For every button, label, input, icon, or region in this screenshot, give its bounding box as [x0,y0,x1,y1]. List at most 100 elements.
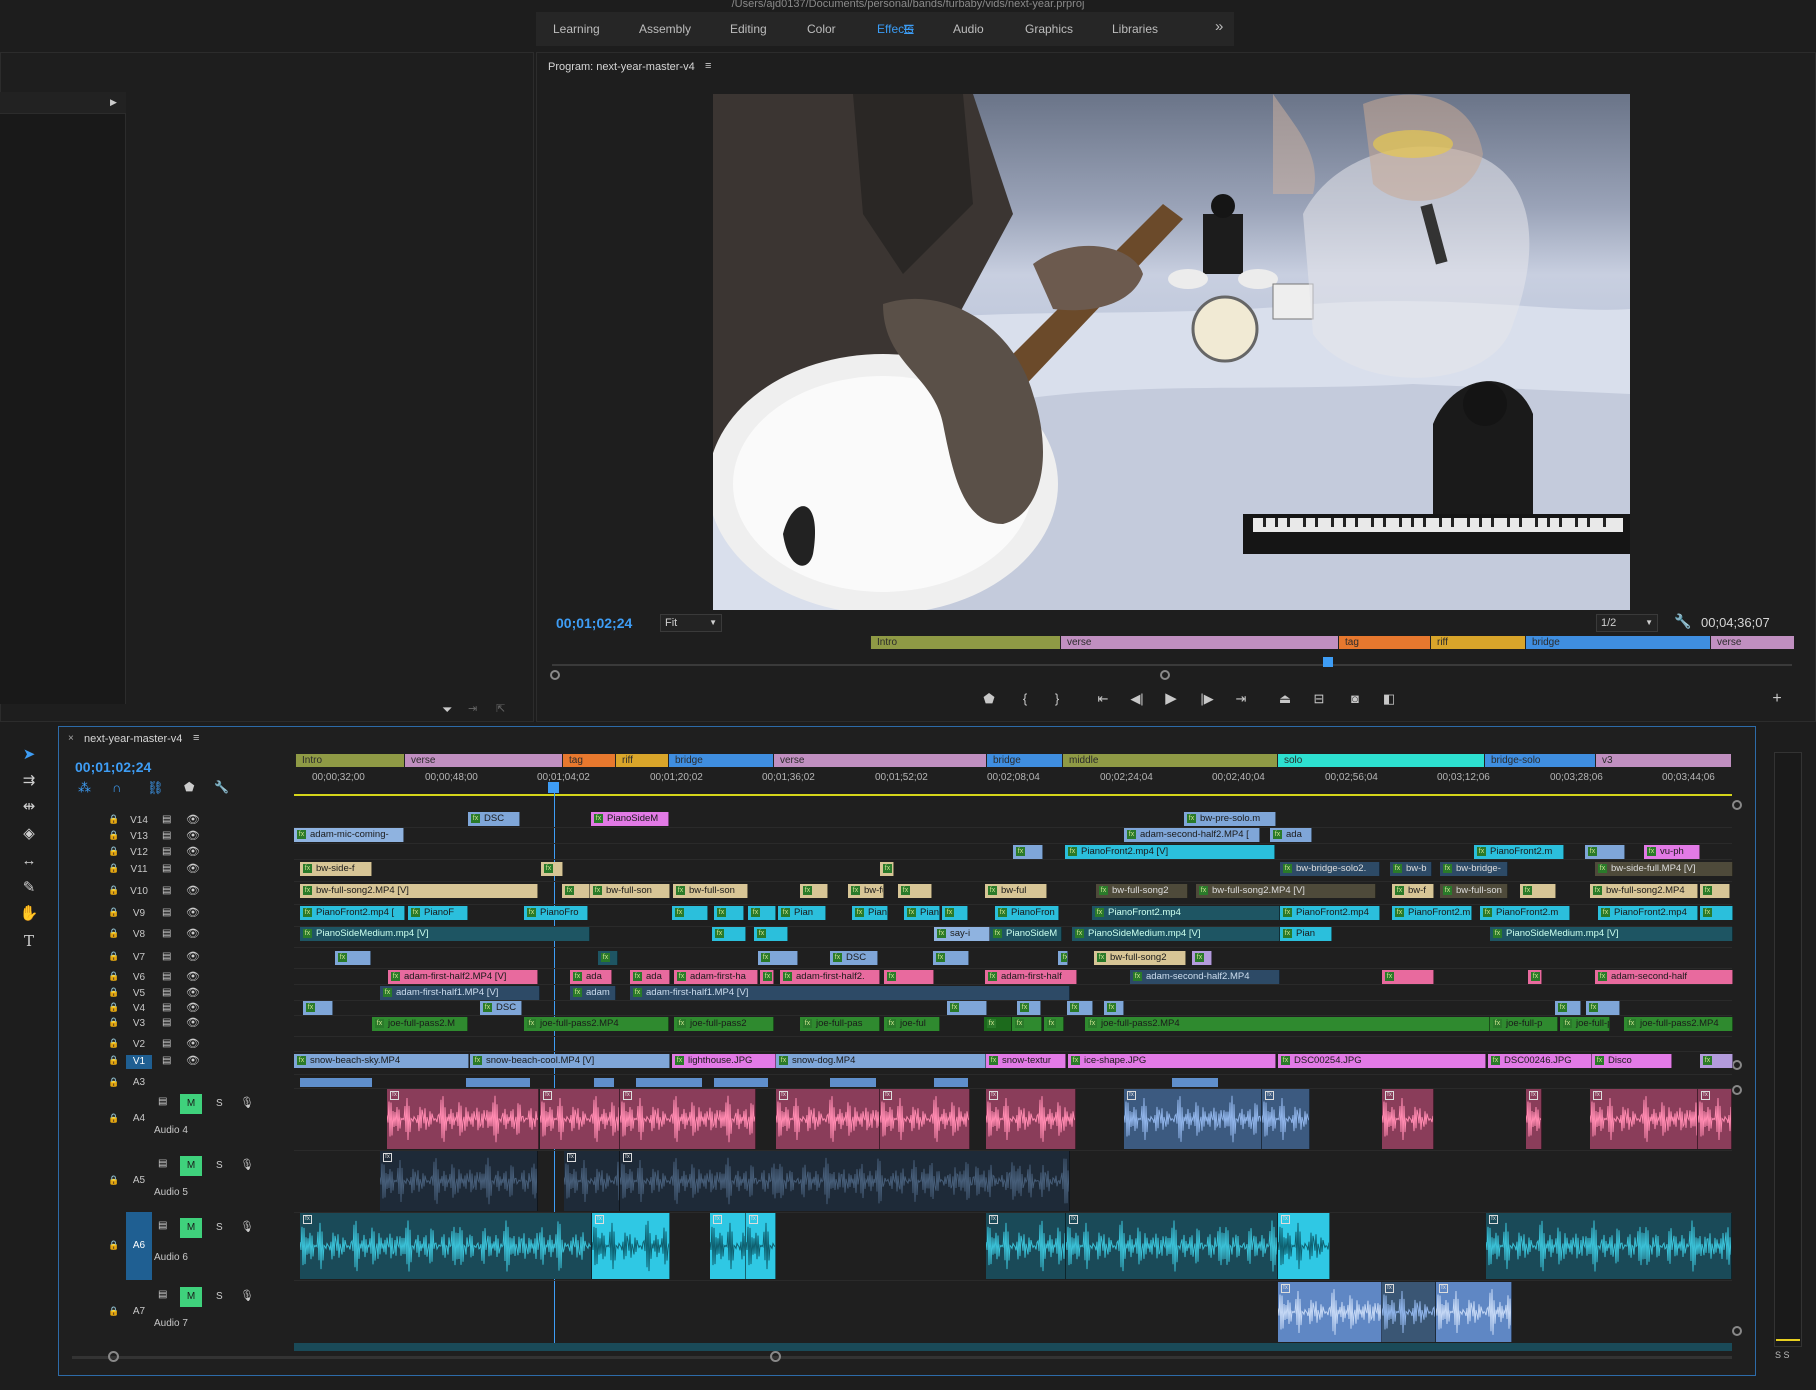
step-forward-icon[interactable]: |▶ [1196,688,1218,710]
audio-clip[interactable]: fx [1124,1089,1262,1149]
clip-v10[interactable]: fx [1520,884,1556,898]
clip-v10[interactable]: fx [800,884,828,898]
clip-v7[interactable]: fx [758,951,798,965]
program-timecode[interactable]: 00;01;02;24 [556,615,632,631]
track-name[interactable]: V14 [126,814,152,828]
play-icon[interactable]: ▶ [1160,688,1182,710]
lock-icon[interactable]: 🔒 [108,1055,119,1066]
settings-wrench-icon[interactable]: 🔧 [214,780,229,794]
mute-button[interactable]: M [180,1218,202,1238]
mute-button[interactable]: M [180,1156,202,1176]
clip-v8[interactable]: fx Pian [1280,927,1332,941]
clip-v10[interactable]: fx [562,884,590,898]
clip-v10[interactable]: fx bw-ful [985,884,1047,898]
clip-v12[interactable]: fx PianoFront2.m [1474,845,1564,859]
clip-v12[interactable]: fx vu-ph [1644,845,1700,859]
clip-v3[interactable]: fx joe-ful [884,1017,940,1031]
clip-v1[interactable]: fx [1700,1054,1733,1068]
timeline-marker-middle[interactable]: middle [1062,754,1277,767]
audio-clip[interactable] [934,1078,968,1087]
audio-clip[interactable]: fx [1526,1089,1542,1149]
track-name[interactable]: V8 [126,928,152,942]
program-scrub-bar[interactable] [552,664,1792,666]
audio-clip[interactable] [714,1078,754,1087]
audio-clip[interactable]: fx [1436,1282,1512,1342]
clip-v9[interactable]: fx Piano [852,906,888,920]
toggle-sync-lock-icon[interactable]: ▤ [162,1038,171,1049]
clip-v4[interactable]: fx [1555,1001,1581,1015]
clip-v3[interactable]: fx joe-full-p [1560,1017,1610,1031]
v-scroll-audio-top[interactable] [1732,1085,1742,1095]
clip-v1[interactable]: fx snow-beach-sky.MP4 [294,1054,469,1068]
clip-v11[interactable]: fx bw-side-f [300,862,372,876]
microphone-icon[interactable]: 🎙 [240,1289,254,1302]
nest-icon[interactable]: ⁂ [78,780,91,796]
clip-v7[interactable]: fx [933,951,969,965]
clip-v10[interactable]: fx bw-full-son [1440,884,1508,898]
clip-v9[interactable]: fx PianoFront2.mp4 [1598,906,1698,920]
lock-icon[interactable]: 🔒 [108,1017,119,1028]
audio-clip[interactable]: fx [710,1213,746,1279]
meter-solo-labels[interactable]: S S [1775,1350,1790,1360]
clip-v9[interactable]: fx PianoFront2.m [1480,906,1570,920]
clip-v14[interactable]: fx bw-pre-solo.m [1184,812,1276,826]
clip-v5[interactable]: fx adam-first-half1.MP4 [V] [380,986,540,1000]
clip-v10[interactable]: fx [898,884,932,898]
workspace-tab-graphics[interactable]: Graphics [1025,22,1073,36]
audio-clip[interactable] [830,1078,876,1087]
clip-v9[interactable]: fx PianoF [408,906,468,920]
clip-v13[interactable]: fx adam-mic-coming- [294,828,404,842]
track-name[interactable]: V13 [126,830,152,844]
audio-clip[interactable] [466,1078,530,1087]
audio-clip[interactable]: fx [564,1151,620,1211]
audio-clip[interactable] [1172,1078,1218,1087]
clip-v10[interactable]: fx bw-full-song2.MP4 [V] [300,884,538,898]
clip-v10[interactable]: fx bw-full-song2.MP4 [V] [1196,884,1376,898]
clip-v6[interactable]: fx adam-second-half2.MP4 [1130,970,1280,984]
audio-clip[interactable]: fx [776,1089,880,1149]
clip-v10[interactable]: fx bw-full-song2.MP4 [1590,884,1698,898]
eye-icon[interactable]: 👁 [186,845,200,858]
clip-v9[interactable]: fx Pian [904,906,940,920]
work-area-bar[interactable] [294,794,1732,796]
clip-v1[interactable]: fx DSC00254.JPG [1278,1054,1486,1068]
audio-clip[interactable]: fx [380,1151,538,1211]
clip-v6[interactable]: fx [1382,970,1434,984]
clip-v3[interactable]: fx joe-full-pass2.M [372,1017,468,1031]
clip-v6[interactable]: fx [760,970,774,984]
clip-v7[interactable]: fx [1058,951,1068,965]
audio-clip[interactable] [300,1078,340,1087]
clip-v9[interactable]: fx [748,906,776,920]
toggle-sync-lock-icon[interactable]: ▤ [158,1289,167,1300]
audio-clip[interactable] [294,1343,1732,1351]
clip-v6[interactable]: fx ada [570,970,612,984]
timeline-marker-bridge[interactable]: bridge [668,754,773,767]
eye-icon[interactable]: 👁 [186,813,200,826]
clip-v10[interactable]: fx bw-full-son [673,884,748,898]
clip-v1[interactable]: fx snow-textur [986,1054,1066,1068]
timeline-marker-tag[interactable]: tag [562,754,615,767]
wrench-icon[interactable]: 🔧 [1674,613,1691,630]
clip-v3[interactable]: fx joe-full-pass2.MP4 [524,1017,669,1031]
clip-v4[interactable]: fx [947,1001,987,1015]
solo-button[interactable]: S [216,1291,223,1302]
eye-icon[interactable]: 👁 [186,1016,200,1029]
clip-v1[interactable]: fx snow-beach-cool.MP4 [V] [470,1054,670,1068]
clip-v3[interactable]: fx joe-full-pass2 [674,1017,774,1031]
clip-v4[interactable]: fx [303,1001,333,1015]
clip-v9[interactable]: fx [714,906,744,920]
toggle-sync-lock-icon[interactable]: ▤ [162,987,171,998]
solo-button[interactable]: S [216,1222,223,1233]
toggle-sync-lock-icon[interactable]: ▤ [162,1002,171,1013]
clip-v10[interactable]: fx [1700,884,1730,898]
extract-icon[interactable]: ⊟ [1308,688,1330,710]
clip-v6[interactable]: fx [1528,970,1542,984]
clip-v1[interactable]: fx DSC00246.JPG [1488,1054,1592,1068]
audio-clip[interactable]: fx [1590,1089,1698,1149]
clip-v9[interactable]: fx PianoFron [995,906,1059,920]
lock-icon[interactable]: 🔒 [108,830,119,841]
clip-v7[interactable]: fx [1192,951,1212,965]
toggle-sync-lock-icon[interactable]: ▤ [162,907,171,918]
timeline-marker-v3[interactable]: v3 [1595,754,1731,767]
hand-tool-icon[interactable]: ✋ [16,902,42,926]
